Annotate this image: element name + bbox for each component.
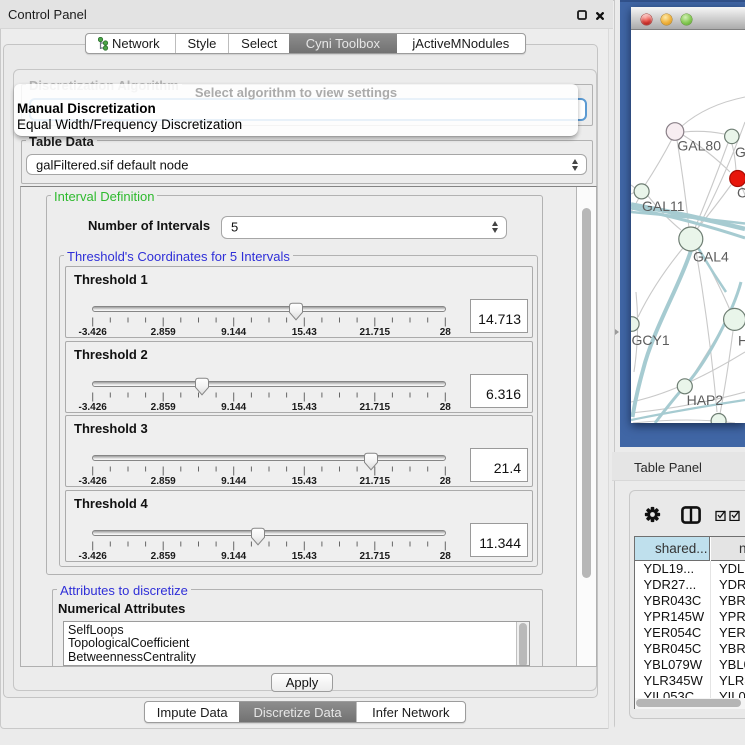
svg-text:GAL4: GAL4	[693, 249, 729, 265]
svg-text:HIS: HIS	[738, 333, 745, 349]
svg-text:CDC: CDC	[737, 184, 745, 200]
svg-text:GAL11: GAL11	[642, 198, 685, 214]
svg-text:GCY1: GCY1	[632, 332, 670, 348]
svg-text:GAL: GAL	[735, 144, 745, 160]
svg-text:HAP2: HAP2	[687, 392, 724, 408]
svg-text:GAL80: GAL80	[677, 137, 721, 153]
